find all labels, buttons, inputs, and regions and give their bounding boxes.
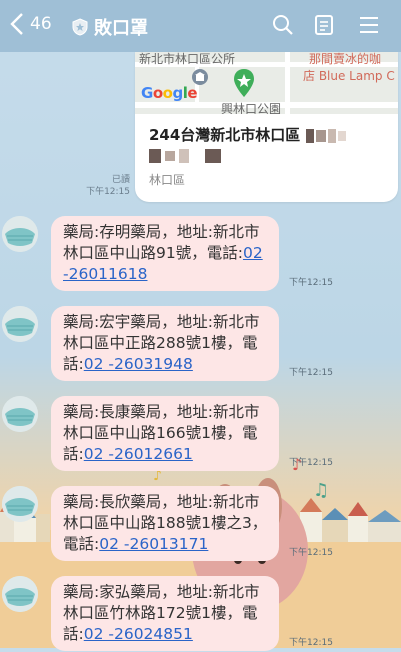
avatar[interactable] xyxy=(2,576,38,612)
phone-link[interactable]: 02 -26013171 xyxy=(99,535,208,553)
phone-link[interactable]: 02 -26012661 xyxy=(84,445,193,463)
phone-link[interactable]: 02 -26024851 xyxy=(84,625,193,643)
map-label-shop-1: 那間賣冰的咖 xyxy=(309,52,382,66)
avatar[interactable] xyxy=(2,486,38,522)
redacted-text xyxy=(305,128,346,143)
map-label-park: 興林口公園 xyxy=(221,102,282,114)
unread-count: 46 xyxy=(30,14,52,34)
map-pin-icon xyxy=(234,69,254,97)
avatar[interactable] xyxy=(2,216,38,252)
back-button[interactable]: 46 xyxy=(10,12,52,36)
message-time: 下午12:15 xyxy=(289,278,333,288)
chat-header: 46 敗口罩 xyxy=(0,0,401,52)
chat-title-area[interactable]: 敗口罩 xyxy=(72,14,148,40)
map-preview[interactable]: 新北市林口區公所 那間賣冰的咖 店 Blue Lamp C 興林口公園 Goog… xyxy=(135,52,398,114)
message-time: 下午12:15 xyxy=(289,458,333,468)
chat-title: 敗口罩 xyxy=(94,18,148,39)
location-address-redacted xyxy=(149,146,223,164)
read-receipt: 已讀 xyxy=(111,175,130,185)
svg-text:♫: ♫ xyxy=(313,480,329,501)
message-time: 下午12:15 xyxy=(86,187,130,197)
location-district: 林口區 xyxy=(149,173,186,187)
map-label-shop-2: 店 Blue Lamp C xyxy=(303,69,395,83)
message-meta: 已讀 下午12:15 xyxy=(82,174,130,198)
location-message-card[interactable]: 新北市林口區公所 那間賣冰的咖 店 Blue Lamp C 興林口公園 Goog… xyxy=(135,52,398,202)
map-label-district-office: 新北市林口區公所 xyxy=(139,52,236,66)
message-bubble[interactable]: 藥局:存明藥局，地址:新北市林口區中山路91號，電話:02 -26011618 xyxy=(51,216,279,291)
avatar[interactable] xyxy=(2,396,38,432)
chevron-left-icon xyxy=(10,13,23,35)
avatar[interactable] xyxy=(2,306,38,342)
location-address: 244台灣新北市林口區 xyxy=(149,124,346,145)
shield-icon xyxy=(72,18,88,36)
message-time: 下午12:15 xyxy=(289,638,333,648)
message-bubble[interactable]: 藥局:長康藥局，地址:新北市林口區中山路166號1樓，電話:02 -260126… xyxy=(51,396,279,471)
message-time: 下午12:15 xyxy=(289,548,333,558)
phone-link[interactable]: 02 -26031948 xyxy=(84,355,193,373)
message-bubble[interactable]: 藥局:長欣藥局，地址:新北市林口區中山路188號1樓之3，電話:02 -2601… xyxy=(51,486,279,561)
message-bubble[interactable]: 藥局:宏宇藥局，地址:新北市林口區中正路288號1樓，電話:02 -260319… xyxy=(51,306,279,381)
message-bubble[interactable]: 藥局:家弘藥局，地址:新北市林口區竹林路172號1樓，電話:02 -260248… xyxy=(51,576,279,651)
message-text: 藥局:存明藥局，地址:新北市林口區中山路91號，電話: xyxy=(63,223,260,262)
message-time: 下午12:15 xyxy=(289,368,333,378)
search-icon[interactable] xyxy=(272,14,294,36)
google-logo: Google xyxy=(141,84,198,102)
menu-icon[interactable] xyxy=(358,14,380,36)
notes-icon[interactable] xyxy=(314,14,334,36)
